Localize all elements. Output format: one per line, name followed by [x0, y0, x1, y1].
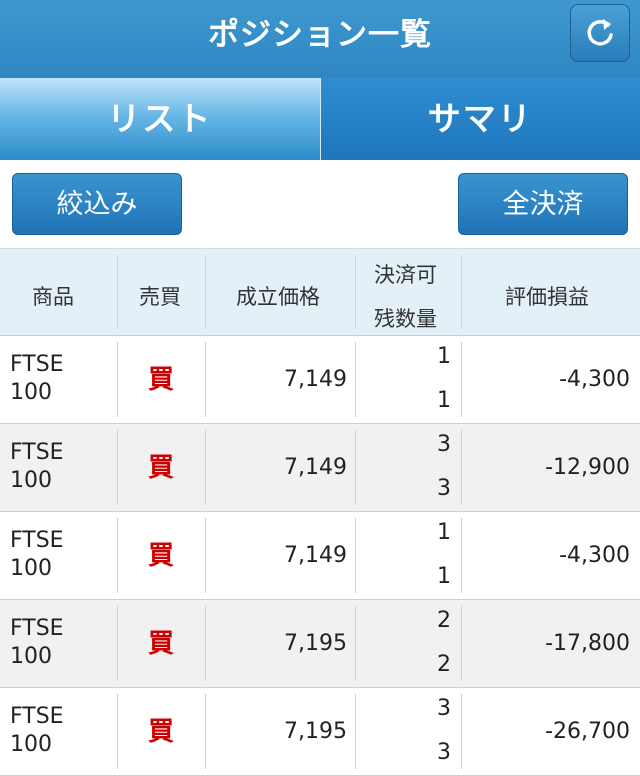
side-badge: 買: [117, 688, 205, 776]
refresh-icon: [583, 16, 617, 50]
refresh-button[interactable]: [570, 4, 630, 62]
tab-list[interactable]: リスト: [0, 78, 321, 160]
table-header: 商品 売買 成立価格 決済可 残数量 評価損益: [0, 248, 640, 336]
view-tabs: リスト サマリ: [0, 78, 640, 160]
product-name: FTSE100: [10, 703, 64, 759]
executed-price: 7,149: [284, 424, 347, 512]
closable-qty: 1: [437, 344, 451, 369]
app-header: ポジション一覧: [0, 0, 640, 78]
valuation-pl: -4,300: [559, 336, 630, 424]
closable-qty: 2: [437, 608, 451, 633]
remaining-qty: 2: [437, 652, 451, 677]
side-badge: 買: [117, 424, 205, 512]
valuation-pl: -26,700: [545, 688, 630, 776]
executed-price: 7,195: [284, 600, 347, 688]
executed-price: 7,149: [284, 336, 347, 424]
remaining-qty: 3: [437, 476, 451, 501]
header-price: 成立価格: [236, 281, 320, 311]
executed-price: 7,195: [284, 688, 347, 776]
executed-price: 7,149: [284, 512, 347, 600]
page-title: ポジション一覧: [0, 0, 640, 70]
table-row[interactable]: FTSE100 買 7,149 1 1 -4,300: [0, 512, 640, 600]
table-row[interactable]: FTSE100 買 7,149 3 3 -12,900: [0, 424, 640, 512]
table-row[interactable]: FTSE100 買 7,195 2 2 -17,800: [0, 600, 640, 688]
product-name: FTSE100: [10, 527, 64, 583]
valuation-pl: -4,300: [559, 512, 630, 600]
header-product-cell: 商品: [0, 249, 117, 335]
header-qty-cell: 決済可 残数量: [355, 249, 461, 335]
product-name: FTSE100: [10, 351, 64, 407]
remaining-qty: 3: [437, 740, 451, 765]
remaining-qty: 1: [437, 564, 451, 589]
product-name: FTSE100: [10, 439, 64, 495]
table-row[interactable]: FTSE100 買 7,195 3 3 -26,700: [0, 688, 640, 776]
side-badge: 買: [117, 336, 205, 424]
valuation-pl: -17,800: [545, 600, 630, 688]
header-qty-remaining: 残数量: [374, 303, 437, 333]
remaining-qty: 1: [437, 388, 451, 413]
header-pl: 評価損益: [505, 281, 589, 311]
header-side: 売買: [139, 281, 181, 311]
closable-qty: 3: [437, 696, 451, 721]
positions-table: 商品 売買 成立価格 決済可 残数量 評価損益 FTSE100 買 7,149 …: [0, 248, 640, 776]
header-pl-cell: 評価損益: [461, 249, 640, 335]
action-bar: 絞込み 全決済: [0, 160, 640, 248]
close-all-button[interactable]: 全決済: [458, 173, 628, 235]
closable-qty: 3: [437, 432, 451, 457]
header-qty-closable: 決済可: [374, 259, 437, 289]
table-row[interactable]: FTSE100 買 7,149 1 1 -4,300: [0, 336, 640, 424]
tab-summary[interactable]: サマリ: [321, 78, 640, 160]
valuation-pl: -12,900: [545, 424, 630, 512]
closable-qty: 1: [437, 520, 451, 545]
header-product: 商品: [32, 281, 74, 311]
header-side-cell: 売買: [117, 249, 205, 335]
filter-button[interactable]: 絞込み: [12, 173, 182, 235]
product-name: FTSE100: [10, 615, 64, 671]
side-badge: 買: [117, 600, 205, 688]
header-price-cell: 成立価格: [205, 249, 355, 335]
side-badge: 買: [117, 512, 205, 600]
